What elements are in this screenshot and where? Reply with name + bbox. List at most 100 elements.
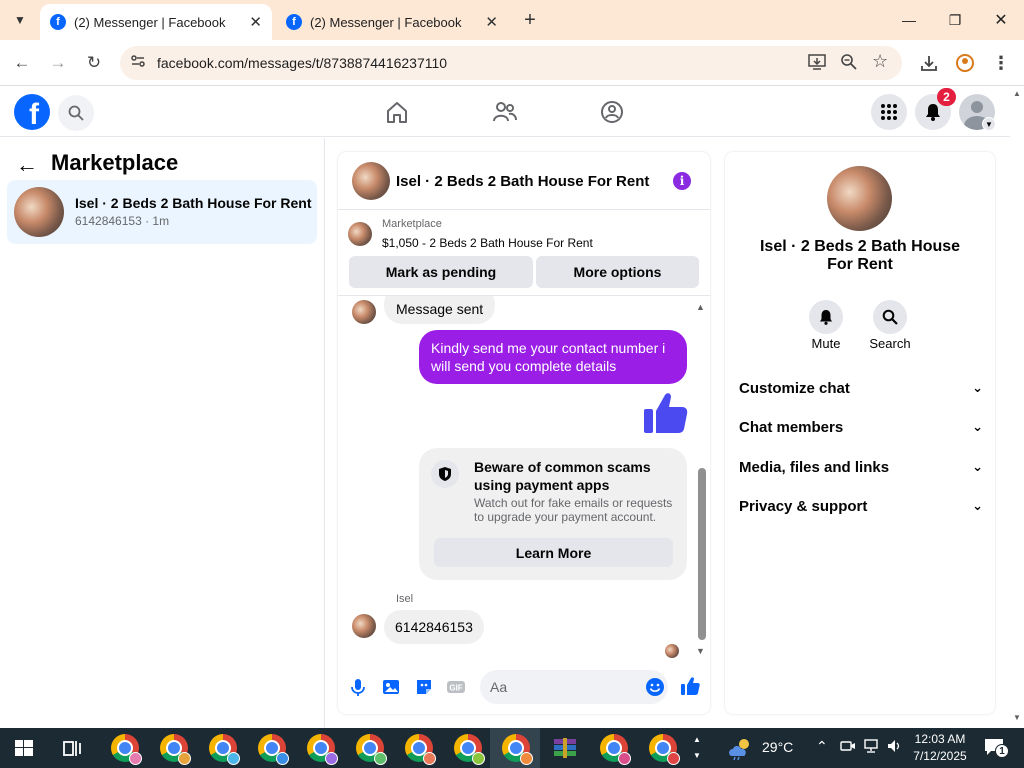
gif-icon[interactable]: GIF: [446, 677, 466, 697]
facebook-logo-icon[interactable]: f: [14, 94, 50, 130]
chevron-down-icon: ⌄: [972, 380, 983, 395]
show-hidden-icons-icon[interactable]: ⌃: [816, 738, 828, 755]
like-sticker-icon: [642, 390, 688, 441]
info-icon[interactable]: i: [673, 172, 691, 190]
message-status: Message sent: [396, 301, 484, 317]
chevron-down-icon: ⌄: [972, 419, 983, 434]
message-bubble: Message sent: [384, 296, 496, 324]
search-button[interactable]: [58, 95, 94, 131]
more-options-button[interactable]: More options: [536, 256, 699, 288]
chrome-app-icon[interactable]: [258, 734, 289, 765]
conversation-title[interactable]: Isel · 2 Beds 2 Bath House For Rent: [396, 173, 649, 190]
listing-thumbnail[interactable]: [348, 222, 372, 246]
chevron-down-icon: ⌄: [972, 498, 983, 513]
scroll-up-arrow-icon[interactable]: ▲: [1013, 89, 1021, 98]
meet-now-icon[interactable]: [840, 738, 856, 757]
mark-as-pending-button[interactable]: Mark as pending: [349, 256, 533, 288]
scrollbar-thumb[interactable]: [698, 468, 706, 640]
message-thread: Message sent Kindly send me your contact…: [338, 296, 710, 662]
conversation-header: Isel · 2 Beds 2 Bath House For Rent i: [338, 152, 710, 210]
taskbar-scroll-icon[interactable]: ▲ ▼: [693, 732, 701, 764]
chrome-app-icon[interactable]: [454, 734, 485, 765]
listing-profile-image[interactable]: [827, 166, 892, 231]
back-button[interactable]: ←: [7, 48, 37, 78]
marketplace-listing-bar: Marketplace $1,050 - 2 Beds 2 Bath House…: [338, 210, 710, 296]
scroll-down-arrow-icon[interactable]: ▼: [696, 646, 705, 656]
tab-title: (2) Messenger | Facebook: [74, 14, 226, 30]
mute-button[interactable]: [809, 300, 843, 334]
close-window-button[interactable]: ✕: [978, 0, 1024, 40]
read-receipt-avatar: [665, 644, 679, 658]
tab-search-button[interactable]: ▼: [8, 8, 32, 32]
chrome-app-icon[interactable]: [649, 734, 680, 765]
privacy-support-section[interactable]: Privacy & support ⌄: [739, 494, 983, 518]
new-tab-button[interactable]: +: [518, 8, 542, 32]
scroll-up-arrow-icon[interactable]: ▲: [696, 302, 705, 312]
site-info-icon[interactable]: [130, 53, 146, 74]
account-chevron-icon[interactable]: ▼: [982, 117, 996, 131]
shield-icon: [431, 460, 459, 488]
sender-avatar: [352, 300, 376, 324]
restore-button[interactable]: ❐: [932, 0, 978, 40]
listing-price-title[interactable]: $1,050 - 2 Beds 2 Bath House For Rent: [382, 236, 593, 250]
scroll-down-arrow-icon[interactable]: ▼: [1013, 713, 1021, 722]
conversation-list-item[interactable]: Isel · 2 Beds 2 Bath House For Rent 6142…: [7, 180, 317, 244]
sender-avatar: [352, 614, 376, 638]
conversation-preview: 6142846153 · 1m: [75, 214, 170, 228]
page-scrollbar[interactable]: ▲ ▼: [1010, 87, 1024, 728]
search-label: Search: [869, 336, 911, 351]
chrome-app-icon[interactable]: [209, 734, 240, 765]
message-composer: GIF Aa: [338, 662, 710, 714]
clock[interactable]: 12:03 AM 7/12/2025: [900, 731, 980, 765]
forward-button[interactable]: →: [43, 48, 73, 78]
learn-more-button[interactable]: Learn More: [434, 538, 673, 567]
weather-icon[interactable]: [728, 736, 754, 765]
task-view-icon[interactable]: [58, 734, 86, 762]
home-icon[interactable]: [384, 99, 410, 125]
like-button-icon[interactable]: [680, 676, 700, 696]
conversation-avatar[interactable]: [352, 162, 390, 200]
section-label: Media, files and links: [739, 458, 890, 476]
chrome-app-icon-active[interactable]: [502, 734, 533, 765]
bookmark-star-icon[interactable]: ☆: [872, 51, 888, 72]
groups-icon[interactable]: [599, 99, 625, 125]
chat-members-section[interactable]: Chat members ⌄: [739, 415, 983, 439]
address-bar[interactable]: facebook.com/messages/t/8738874416237110…: [120, 46, 902, 80]
chrome-app-icon[interactable]: [600, 734, 631, 765]
notification-center-icon[interactable]: 1: [983, 737, 1009, 762]
winrar-app-icon[interactable]: [551, 734, 579, 762]
chrome-app-icon[interactable]: [111, 734, 142, 765]
message-text: 6142846153: [395, 619, 473, 635]
microphone-icon[interactable]: [348, 677, 368, 697]
network-icon[interactable]: [863, 738, 881, 757]
search-in-chat-button[interactable]: [873, 300, 907, 334]
menu-grid-button[interactable]: [871, 94, 907, 130]
minimize-button[interactable]: —: [886, 0, 932, 40]
chrome-app-icon[interactable]: [356, 734, 387, 765]
customize-chat-section[interactable]: Customize chat ⌄: [739, 376, 983, 400]
browser-menu-icon[interactable]: ⋮: [986, 48, 1016, 78]
browser-tab-1[interactable]: f (2) Messenger | Facebook ✕: [40, 4, 272, 40]
close-tab-icon[interactable]: ✕: [249, 13, 262, 31]
chrome-app-icon[interactable]: [307, 734, 338, 765]
media-files-links-section[interactable]: Media, files and links ⌄: [739, 455, 983, 479]
chrome-app-icon[interactable]: [160, 734, 191, 765]
sticker-icon[interactable]: [414, 677, 434, 697]
emoji-icon[interactable]: [645, 677, 665, 702]
chrome-app-icon[interactable]: [405, 734, 436, 765]
profile-icon[interactable]: [950, 48, 980, 78]
close-tab-icon[interactable]: ✕: [485, 13, 498, 31]
install-app-icon[interactable]: [808, 53, 826, 76]
message-input[interactable]: Aa: [480, 670, 668, 704]
sender-name: Isel: [396, 593, 414, 605]
downloads-icon[interactable]: [914, 48, 944, 78]
windows-taskbar: ▲ ▼ 29°C ⌃ 12:03 AM 7/12/2025 1: [0, 728, 1024, 768]
photo-icon[interactable]: [381, 677, 401, 697]
friends-icon[interactable]: [492, 99, 518, 125]
windows-start-icon[interactable]: [10, 734, 38, 762]
zoom-icon[interactable]: [840, 53, 858, 76]
browser-tab-2[interactable]: f (2) Messenger | Facebook ✕: [276, 4, 508, 40]
warning-title: Beware of common scams using payment app…: [474, 459, 651, 493]
reload-button[interactable]: ↻: [79, 48, 109, 78]
back-arrow-icon[interactable]: ←: [16, 152, 38, 178]
